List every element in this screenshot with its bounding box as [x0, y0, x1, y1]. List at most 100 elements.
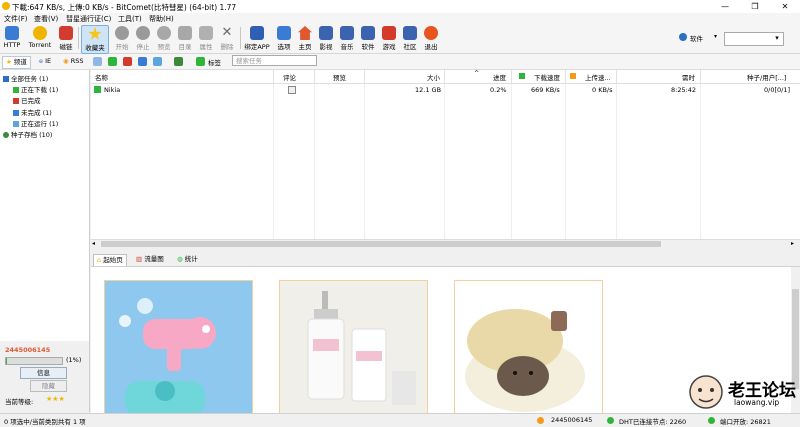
tree-all-tasks[interactable]: 全部任务 (1) [3, 73, 48, 83]
tab-start-page[interactable]: ⌂ 起始页 [93, 254, 127, 266]
tree-completed[interactable]: 已完成 [13, 95, 41, 105]
level-progress-fill [6, 358, 7, 364]
tree-downloading[interactable]: 正在下载 (1) [13, 84, 58, 94]
tree-running[interactable]: 正在运行 (1) [13, 118, 58, 128]
properties-button[interactable]: 属性 [196, 25, 216, 52]
row-size: 12.1 GB [415, 86, 442, 94]
menu-help[interactable]: 帮助(H) [149, 14, 174, 24]
view-icon[interactable] [93, 57, 102, 66]
dht-status-icon [607, 417, 614, 424]
chevron-down-icon[interactable]: ▾ [714, 33, 717, 40]
magnet-icon [59, 26, 73, 40]
tag-icon[interactable] [196, 57, 205, 66]
tree-incomplete[interactable]: 未完成 (1) [13, 107, 52, 117]
home-icon: ⌂ [97, 256, 102, 264]
column-size[interactable]: 大小 [427, 72, 440, 82]
comment-icon[interactable] [288, 86, 296, 94]
running-icon[interactable] [153, 57, 162, 66]
toolbar-separator [240, 27, 241, 49]
product-card[interactable] [104, 280, 253, 417]
bar-icon [13, 110, 19, 116]
filter-input[interactable]: 搜索任务 [232, 55, 317, 66]
refresh-icon[interactable] [174, 57, 183, 66]
minimize-button[interactable]: — [710, 0, 740, 13]
music-button[interactable]: 音乐 [337, 25, 357, 52]
home-button[interactable]: 主页 [295, 25, 315, 52]
start-button[interactable]: 开始 [112, 25, 132, 52]
column-up-speed[interactable]: 上传速... [585, 72, 611, 82]
column-divider [273, 70, 274, 83]
bind-app-button[interactable]: 绑定APP [243, 25, 271, 52]
community-button[interactable]: 社区 [400, 25, 420, 52]
video-button[interactable]: 影视 [316, 25, 336, 52]
scroll-right-icon[interactable]: ▸ [791, 240, 794, 247]
games-button[interactable]: 游戏 [379, 25, 399, 52]
scroll-thumb[interactable] [101, 241, 661, 247]
options-button[interactable]: 选项 [274, 25, 294, 52]
menu-tools[interactable]: 工具(T) [118, 14, 142, 24]
scroll-left-icon[interactable]: ◂ [92, 240, 95, 247]
tab-statistics[interactable]: ◍ 统计 [174, 254, 201, 265]
close-button[interactable]: ✕ [770, 0, 800, 13]
search-category-select[interactable]: 软件 [690, 33, 703, 43]
column-eta[interactable]: 需时 [682, 72, 695, 82]
old-man-face-icon [689, 375, 723, 409]
delete-button[interactable]: ✕ 删除 [217, 25, 237, 52]
column-seeds[interactable]: 种子/用户[...] [747, 72, 786, 82]
grid-line [565, 84, 566, 239]
main-toolbar: HTTP Torrent 磁链 收藏夹 开始 停止 预览 目录 属性 ✕ 删除 … [0, 24, 800, 54]
folder-button[interactable]: 目录 [175, 25, 195, 52]
http-button[interactable]: HTTP [2, 25, 22, 52]
check-icon [13, 98, 19, 104]
tag-label[interactable]: 标签 [208, 57, 221, 67]
horizontal-scrollbar[interactable]: ◂ ▸ [91, 239, 800, 249]
column-comment[interactable]: 评论 [283, 72, 296, 82]
tree-incomplete-label: 未完成 (1) [21, 109, 52, 117]
exit-button[interactable]: 退出 [421, 25, 441, 52]
menu-pass[interactable]: 彗星通行证(C) [66, 14, 111, 24]
status-selection: 0 项选中/当前类别共有 1 项 [4, 418, 86, 426]
grid-line [364, 84, 365, 239]
column-progress[interactable]: 进度 [493, 72, 506, 82]
search-dropdown-icon[interactable]: ▾ [772, 32, 782, 44]
favorites-button[interactable]: 收藏夹 [81, 25, 109, 54]
tab-rss-label: RSS [70, 57, 84, 65]
column-divider [616, 70, 617, 83]
start-label: 开始 [115, 43, 129, 51]
level-progress-text: (1%) [66, 356, 82, 364]
star-icon: ★ [6, 58, 12, 66]
bar-icon[interactable] [138, 57, 147, 66]
tree-torrent-archive[interactable]: 种子存档 (10) [3, 129, 52, 139]
magnet-label: 磁链 [59, 43, 73, 51]
magnet-button[interactable]: 磁链 [57, 25, 75, 52]
music-label: 音乐 [340, 43, 354, 51]
menu-view[interactable]: 查看(V) [34, 14, 58, 24]
column-divider [444, 70, 445, 83]
table-row[interactable]: Nikia 12.1 GB 0.2% 669 KB/s 0 KB/s 8:25:… [91, 84, 800, 96]
product-card[interactable] [279, 280, 428, 417]
tab-channel[interactable]: ★ 频道 [2, 56, 31, 69]
check-icon[interactable] [123, 57, 132, 66]
column-preview[interactable]: 预览 [333, 72, 346, 82]
column-name[interactable]: 名称 [95, 72, 108, 82]
star-icon [88, 27, 102, 40]
tab-ie-label: IE [45, 57, 52, 65]
tab-traffic-graph[interactable]: ▥ 流量图 [133, 254, 167, 265]
menu-file[interactable]: 文件(F) [4, 14, 28, 24]
hide-button[interactable]: 隐藏 [30, 380, 67, 392]
grid-line [273, 84, 274, 239]
home-label: 主页 [298, 43, 312, 51]
torrent-button[interactable]: Torrent [26, 25, 54, 52]
restore-button[interactable]: ❐ [740, 0, 770, 13]
column-down-speed[interactable]: 下载速度 [534, 72, 560, 82]
tab-rss[interactable]: ◉ RSS [60, 56, 87, 67]
software-button[interactable]: 软件 [358, 25, 378, 52]
preview-button[interactable]: 预览 [154, 25, 174, 52]
tab-ie[interactable]: e IE [36, 56, 54, 67]
delete-x-icon: ✕ [221, 25, 233, 40]
info-button-label: 信息 [37, 369, 50, 377]
info-button[interactable]: 信息 [20, 367, 67, 379]
down-arrow-icon[interactable] [108, 57, 117, 66]
product-card[interactable] [454, 280, 603, 417]
stop-button[interactable]: 停止 [133, 25, 153, 52]
